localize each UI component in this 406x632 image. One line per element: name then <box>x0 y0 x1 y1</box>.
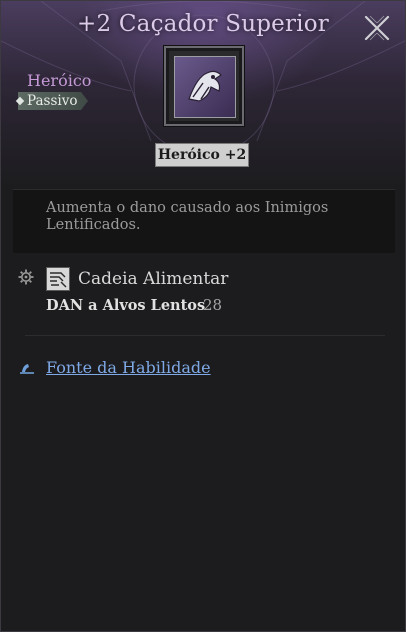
effect-name: Cadeia Alimentar <box>78 269 229 289</box>
skill-tooltip-panel: +2 Caçador Superior Heróico Passivo Heró… <box>0 0 406 632</box>
gear-icon <box>18 269 34 285</box>
skill-description: Aumenta o dano causado aos Inimigos Lent… <box>46 200 329 233</box>
rarity-label: Heróico <box>27 71 92 90</box>
description-box: Aumenta o dano causado aos Inimigos Lent… <box>13 189 395 253</box>
skill-icon-frame <box>164 46 244 126</box>
type-tag: Passivo <box>18 92 88 110</box>
stat-label: DAN a Alvos Lentos <box>46 297 206 314</box>
stat-value: 28 <box>203 296 223 314</box>
effect-icon <box>46 267 70 291</box>
skill-emblem-icon <box>174 56 236 118</box>
source-icon <box>20 364 34 374</box>
level-badge: Heróico +2 <box>155 143 249 167</box>
section-divider <box>25 335 385 336</box>
close-icon[interactable] <box>362 13 392 43</box>
skill-source-link[interactable]: Fonte da Habilidade <box>46 358 211 377</box>
tooltip-header: +2 Caçador Superior Heróico Passivo Heró… <box>1 1 405 187</box>
skill-title: +2 Caçador Superior <box>77 11 329 37</box>
